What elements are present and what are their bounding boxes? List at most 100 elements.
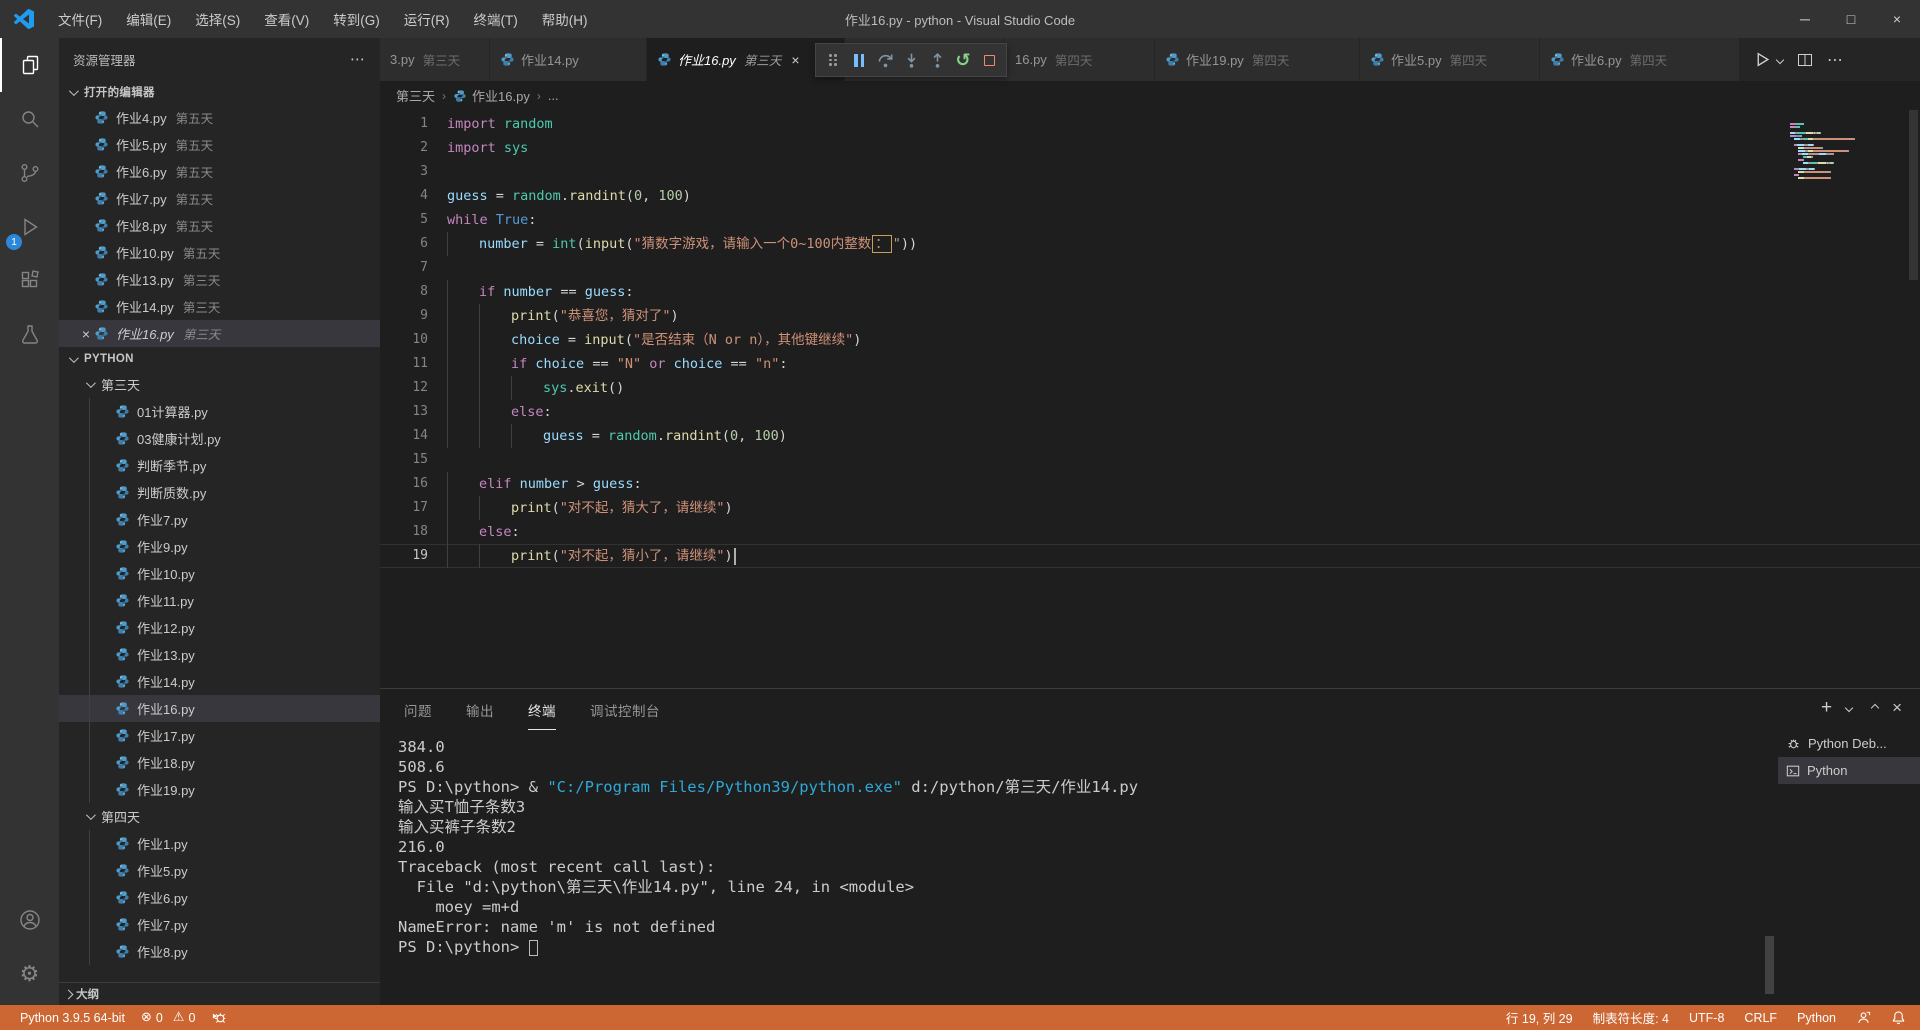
code-line[interactable]: 16 elif number > guess:: [380, 472, 1920, 496]
pause-button[interactable]: [846, 47, 872, 73]
breadcrumb-item[interactable]: 第三天: [396, 86, 435, 105]
menu-文件(F)[interactable]: 文件(F): [46, 0, 114, 38]
panel-tab-输出[interactable]: 输出: [464, 694, 496, 726]
tree-file-row[interactable]: 作业19.py: [59, 776, 380, 803]
tree-file-row[interactable]: 作业8.py: [59, 938, 380, 965]
tree-file-row[interactable]: 作业5.py: [59, 857, 380, 884]
status-item[interactable]: UTF-8: [1689, 1011, 1724, 1025]
drag-handle-icon[interactable]: [820, 47, 846, 73]
open-editor-item[interactable]: 作业13.py 第三天: [59, 266, 380, 293]
terminal-dropdown-button[interactable]: [1844, 703, 1854, 713]
step-out-button[interactable]: [924, 47, 950, 73]
panel-tab-终端[interactable]: 终端: [526, 694, 558, 730]
open-editor-item[interactable]: 作业10.py 第五天: [59, 239, 380, 266]
terminal-output[interactable]: 384.0 508.6 PS D:\python> & "C:/Program …: [398, 737, 1770, 957]
terminal-list-item[interactable]: Python Deb...: [1778, 730, 1920, 757]
python-version-item[interactable]: Python 3.9.5 64-bit: [20, 1011, 125, 1025]
search-tab[interactable]: [0, 92, 59, 146]
open-editor-item[interactable]: 作业4.py 第五天: [59, 104, 380, 131]
menu-转到(G)[interactable]: 转到(G): [321, 0, 392, 38]
terminal-list-item[interactable]: Python: [1778, 757, 1920, 784]
maximize-panel-button[interactable]: [1870, 703, 1880, 713]
menu-运行(R)[interactable]: 运行(R): [392, 0, 462, 38]
code-line[interactable]: 12 sys.exit(): [380, 376, 1920, 400]
close-button[interactable]: ×: [1874, 0, 1920, 38]
open-editor-item[interactable]: × 作业16.py 第三天: [59, 320, 380, 347]
split-editor-button[interactable]: [1797, 52, 1813, 68]
maximize-button[interactable]: □: [1828, 0, 1874, 38]
status-item[interactable]: 制表符长度: 4: [1593, 1008, 1669, 1027]
code-line[interactable]: 7: [380, 256, 1920, 280]
tree-file-row[interactable]: 作业17.py: [59, 722, 380, 749]
step-over-button[interactable]: [872, 47, 898, 73]
close-icon[interactable]: ×: [78, 326, 94, 342]
tree-file-row[interactable]: 作业1.py: [59, 830, 380, 857]
minimize-button[interactable]: ─: [1782, 0, 1828, 38]
code-line[interactable]: 6 number = int(input("猜数字游戏，请输入一个0~100内整数…: [380, 232, 1920, 256]
problems-item[interactable]: ⊗ 0 ⚠ 0: [141, 1010, 195, 1025]
panel-tab-问题[interactable]: 问题: [402, 694, 434, 726]
account-button[interactable]: [0, 893, 59, 947]
more-actions-button[interactable]: ⋯: [1827, 50, 1843, 70]
tree-file-row[interactable]: 作业11.py: [59, 587, 380, 614]
menu-帮助(H)[interactable]: 帮助(H): [530, 0, 600, 38]
settings-button[interactable]: ⚙: [0, 947, 59, 1001]
menu-选择(S)[interactable]: 选择(S): [183, 0, 252, 38]
tree-file-row[interactable]: 作业18.py: [59, 749, 380, 776]
explorer-tab[interactable]: [0, 38, 59, 92]
code-line[interactable]: 2 import sys: [380, 136, 1920, 160]
close-icon[interactable]: ×: [791, 52, 799, 68]
step-into-button[interactable]: [898, 47, 924, 73]
feedback-button[interactable]: [1856, 1010, 1871, 1025]
notifications-button[interactable]: [1891, 1010, 1906, 1025]
open-editor-item[interactable]: 作业5.py 第五天: [59, 131, 380, 158]
editor-tab-16.py[interactable]: 16.py 第四天: [1005, 38, 1155, 81]
editor-tab-作业14.py[interactable]: 作业14.py: [490, 38, 647, 81]
new-terminal-button[interactable]: +: [1821, 697, 1832, 719]
code-line[interactable]: 14 guess = random.randint(0, 100): [380, 424, 1920, 448]
terminal-scrollbar[interactable]: [1765, 936, 1774, 994]
menu-终端(T)[interactable]: 终端(T): [462, 0, 530, 38]
status-item[interactable]: 行 19, 列 29: [1506, 1008, 1573, 1027]
code-line[interactable]: 17 print("对不起，猜大了，请继续"): [380, 496, 1920, 520]
editor-tab-作业6.py[interactable]: 作业6.py 第四天: [1540, 38, 1740, 81]
run-dropdown-icon[interactable]: [1775, 55, 1785, 64]
tree-file-row[interactable]: 作业9.py: [59, 533, 380, 560]
tree-file-row[interactable]: 判断季节.py: [59, 452, 380, 479]
code-line[interactable]: 13 else:: [380, 400, 1920, 424]
outline-header[interactable]: 大纲: [59, 982, 380, 1005]
folder-row[interactable]: 第三天: [59, 371, 380, 398]
code-editor[interactable]: 1 import random 2 import sys 3 4 guess = rando…: [380, 110, 1920, 688]
code-line[interactable]: 3: [380, 160, 1920, 184]
sidebar-more-actions-icon[interactable]: ⋯: [350, 50, 366, 68]
tree-file-row[interactable]: 作业13.py: [59, 641, 380, 668]
tree-file-row[interactable]: 作业7.py: [59, 911, 380, 938]
run-python-file-button[interactable]: [1754, 51, 1785, 68]
tree-file-row[interactable]: 作业12.py: [59, 614, 380, 641]
code-line[interactable]: 10 choice = input("是否结束（N or n），其他键继续"): [380, 328, 1920, 352]
close-panel-button[interactable]: ×: [1892, 698, 1902, 718]
code-line[interactable]: 11 if choice == "N" or choice == "n":: [380, 352, 1920, 376]
editor-tab-作业5.py[interactable]: 作业5.py 第四天: [1360, 38, 1540, 81]
tree-file-row[interactable]: 作业14.py: [59, 668, 380, 695]
tree-file-row[interactable]: 作业10.py: [59, 560, 380, 587]
open-editor-item[interactable]: 作业8.py 第五天: [59, 212, 380, 239]
code-line[interactable]: 5 while True:: [380, 208, 1920, 232]
restart-button[interactable]: ↺: [950, 47, 976, 73]
panel-tab-调试控制台[interactable]: 调试控制台: [588, 694, 662, 726]
testing-tab[interactable]: [0, 308, 59, 362]
code-line[interactable]: 15: [380, 448, 1920, 472]
code-line[interactable]: 4 guess = random.randint(0, 100): [380, 184, 1920, 208]
open-editor-item[interactable]: 作业7.py 第五天: [59, 185, 380, 212]
stop-button[interactable]: [976, 47, 1002, 73]
tree-file-row[interactable]: 作业7.py: [59, 506, 380, 533]
source-control-tab[interactable]: [0, 146, 59, 200]
status-item[interactable]: Python: [1797, 1011, 1836, 1025]
tree-file-row[interactable]: 01计算器.py: [59, 398, 380, 425]
minimap[interactable]: [1790, 113, 1900, 179]
editor-tab-作业19.py[interactable]: 作业19.py 第四天: [1155, 38, 1360, 81]
open-editors-header[interactable]: 打开的编辑器: [59, 80, 380, 104]
breadcrumb-item[interactable]: 作业16.py: [472, 86, 530, 105]
code-line[interactable]: 1 import random: [380, 112, 1920, 136]
menu-编辑(E)[interactable]: 编辑(E): [114, 0, 183, 38]
